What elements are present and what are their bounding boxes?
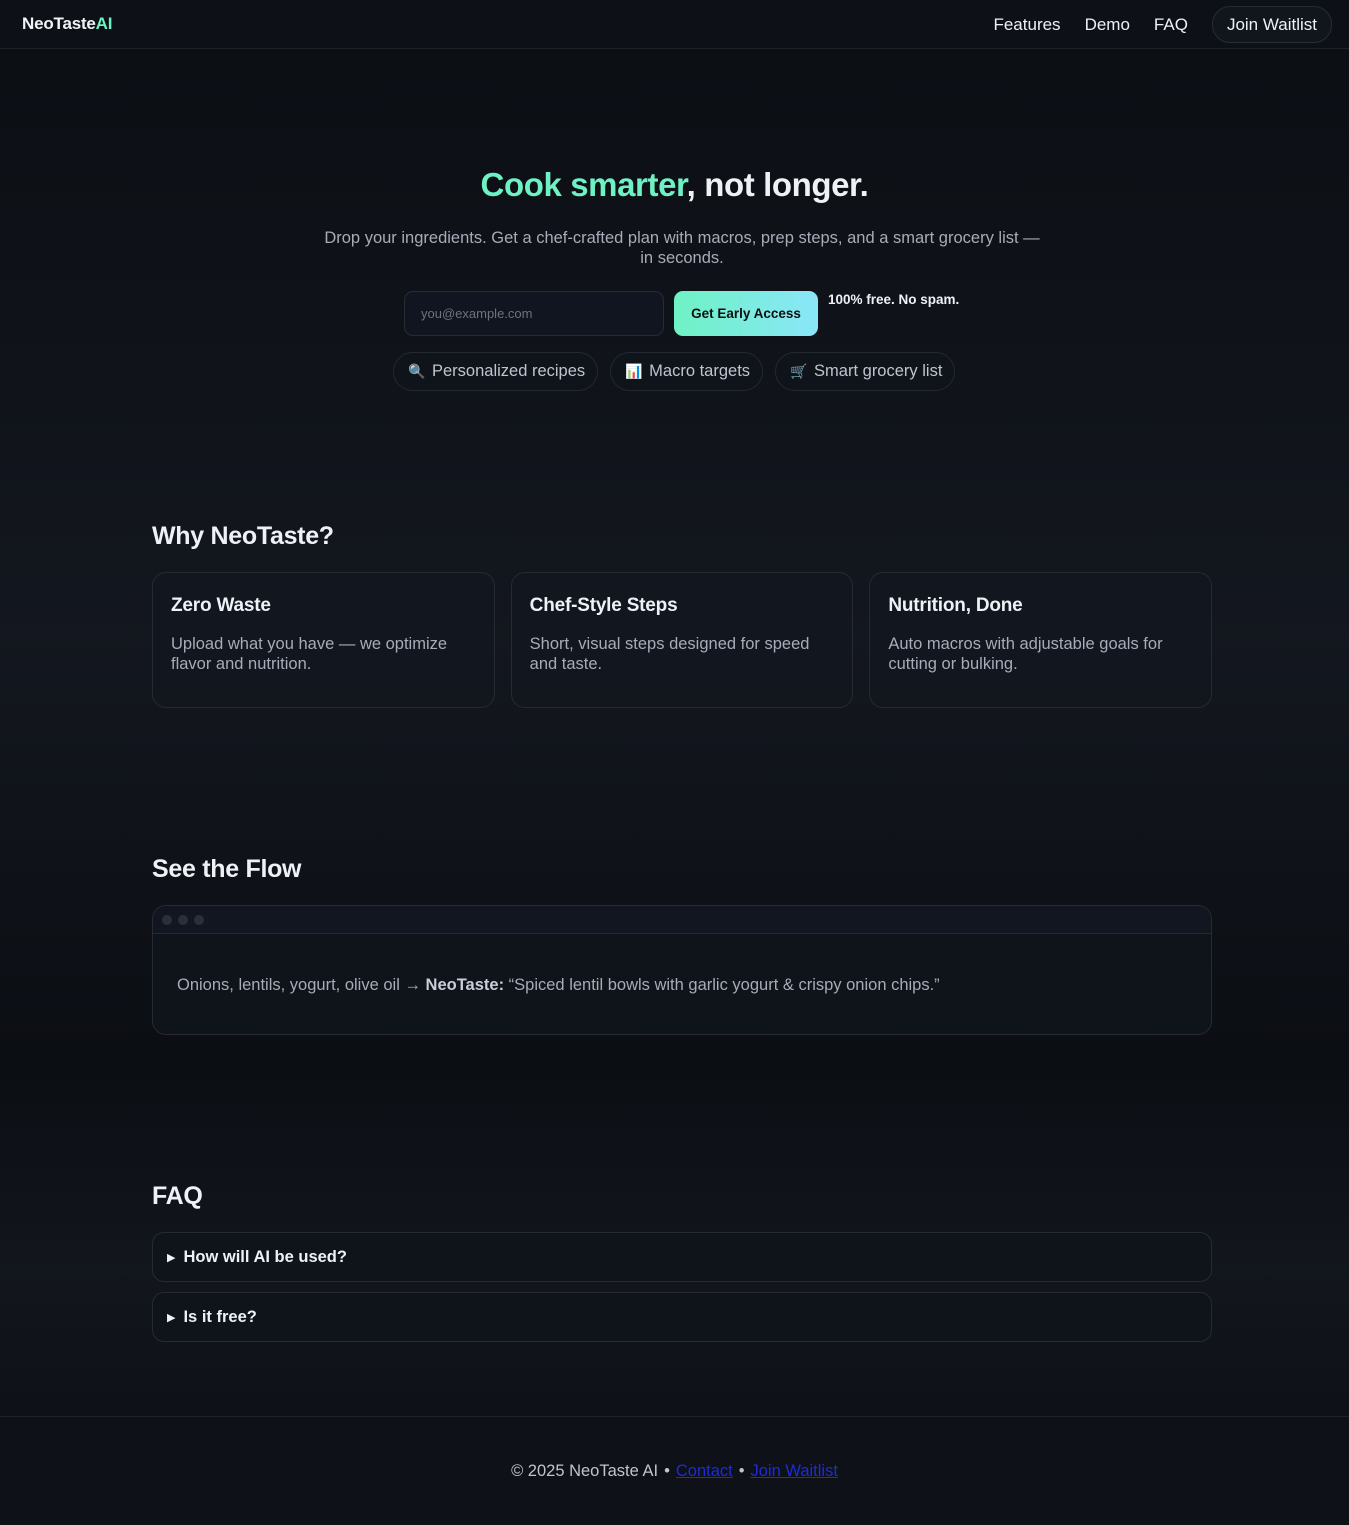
pill-smart-grocery-list: 🛒 Smart grocery list [775,352,956,391]
pill-label: Personalized recipes [432,362,586,380]
faq-title: FAQ [152,1182,203,1210]
magnifier-icon: 🔍 [408,363,426,379]
pill-label: Macro targets [649,362,751,380]
footer: © 2025 NeoTaste AI • Contact • Join Wait… [0,1416,1349,1525]
signup-form: Get Early Access 100% free. No spam. [404,291,959,336]
chart-icon: 📊 [625,363,643,379]
nav-link-features[interactable]: Features [981,15,1072,35]
top-nav: NeoTasteAI Features Demo FAQ Join Waitli… [0,0,1349,49]
pill-label: Smart grocery list [814,362,943,380]
footer-copyright: © 2025 NeoTaste AI [511,1461,659,1480]
demo-output-text: “Spiced lentil bowls with garlic yogurt … [504,976,940,994]
pill-macro-targets: 📊 Macro targets [610,352,764,391]
hero-title-highlight: Cook smarter [480,166,688,203]
faq-item-is-it-free[interactable]: ▶ Is it free? [152,1292,1212,1342]
window-dot-icon [194,914,204,925]
window-titlebar [153,906,1211,934]
window-dot-icon [162,914,172,925]
join-waitlist-button[interactable]: Join Waitlist [1211,6,1332,43]
logo-main: NeoTaste [22,14,96,33]
pill-personalized-recipes: 🔍 Personalized recipes [393,352,599,391]
free-note: 100% free. No spam. [828,292,960,307]
faq-item-ai-usage[interactable]: ▶ How will AI be used? [152,1232,1212,1282]
demo-title: See the Flow [152,855,302,883]
email-input[interactable] [404,291,664,336]
demo-window: Onions, lentils, yogurt, olive oil → Neo… [152,905,1212,1035]
feature-card-nutrition-done: Nutrition, Done Auto macros with adjusta… [869,572,1213,708]
features-title: Why NeoTaste? [152,522,334,550]
footer-separator: • [664,1461,670,1480]
demo-brand: NeoTaste: [425,976,505,994]
hero-title: Cook smarter, not longer. [0,166,1349,204]
card-text: Upload what you have — we optimize flavo… [171,635,448,673]
disclosure-triangle-icon: ▶ [167,1251,176,1264]
card-title: Nutrition, Done [888,595,1023,616]
card-text: Short, visual steps designed for speed a… [529,635,810,673]
faq-question: How will AI be used? [183,1247,347,1266]
logo-accent: AI [95,14,113,33]
cart-icon: 🛒 [790,363,808,379]
nav-link-demo[interactable]: Demo [1073,15,1142,35]
nav-links: Features Demo FAQ Join Waitlist [981,6,1332,43]
feature-pills: 🔍 Personalized recipes 📊 Macro targets 🛒… [393,352,956,391]
card-text: Auto macros with adjustable goals for cu… [888,635,1163,673]
demo-input-text: Onions, lentils, yogurt, olive oil → [177,976,426,994]
nav-link-faq[interactable]: FAQ [1142,15,1200,35]
card-title: Chef-Style Steps [529,595,678,616]
disclosure-triangle-icon: ▶ [167,1311,176,1324]
hero-title-rest: , not longer. [686,166,869,203]
feature-card-chef-style-steps: Chef-Style Steps Short, visual steps des… [510,572,854,708]
hero-subtitle: Drop your ingredients. Get a chef-crafte… [324,229,1040,267]
card-title: Zero Waste [171,595,271,616]
demo-text: Onions, lentils, yogurt, olive oil → Neo… [153,934,1211,1034]
footer-separator: • [738,1461,745,1480]
feature-card-zero-waste: Zero Waste Upload what you have — we opt… [152,572,495,708]
feature-cards: Zero Waste Upload what you have — we opt… [152,572,1213,708]
window-dot-icon [178,914,188,925]
logo[interactable]: NeoTasteAI [22,14,112,34]
footer-contact-link[interactable]: Contact [676,1462,733,1481]
get-early-access-button[interactable]: Get Early Access [674,291,818,336]
faq-question: Is it free? [183,1307,257,1326]
footer-join-waitlist-link[interactable]: Join Waitlist [751,1462,838,1481]
